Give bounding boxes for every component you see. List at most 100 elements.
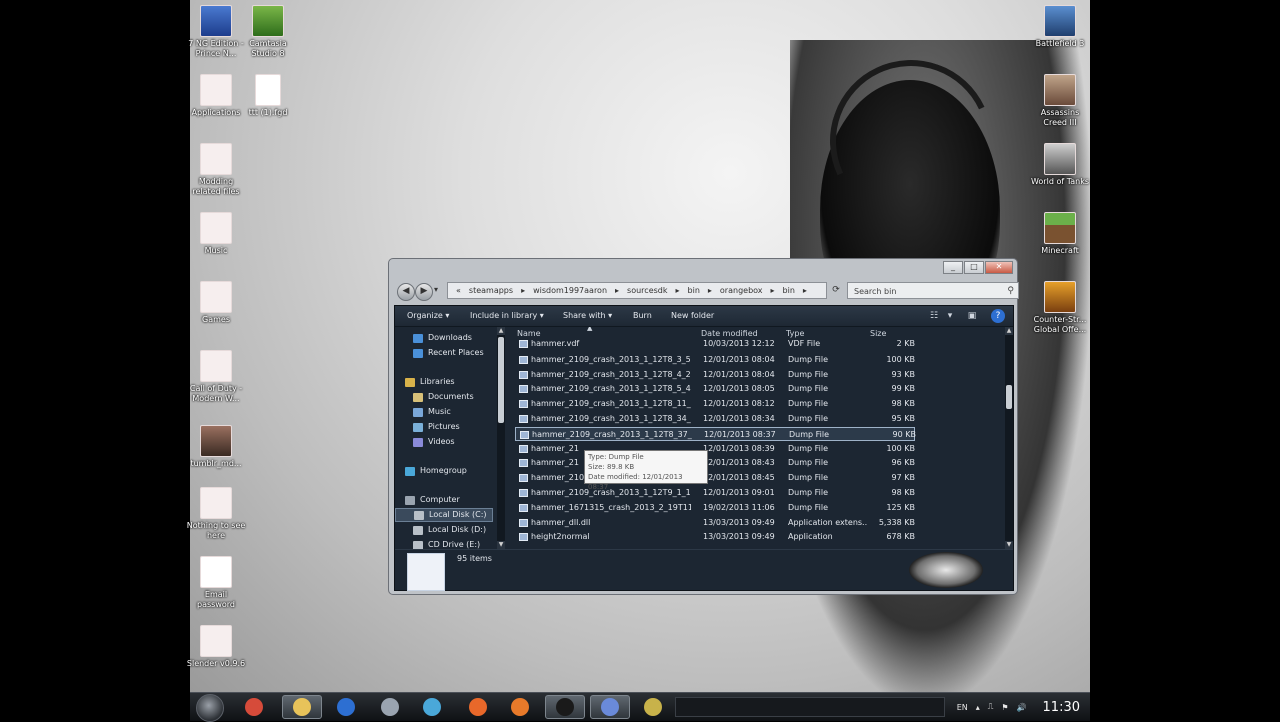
nav-item[interactable]: Pictures: [395, 420, 460, 434]
right-desktop-icon[interactable]: Assassins Creed III: [1030, 74, 1090, 128]
file-row[interactable]: hammer_dll.dll 13/03/2013 09:49 Applicatio…: [515, 516, 915, 530]
right-desktop-icon[interactable]: World of Tanks: [1030, 143, 1090, 187]
search-icon[interactable]: ⚲: [1007, 283, 1014, 300]
left-desktop-icon[interactable]: Call of Duty - Modern W...: [186, 350, 246, 404]
taskbar-uplay-button[interactable]: [412, 695, 452, 719]
nav-pane-scrollbar[interactable]: ▲ ▼: [497, 327, 505, 549]
preview-pane-icon[interactable]: ▣: [965, 309, 979, 323]
file-row[interactable]: hammer_1671315_crash_2013_2_19T11_6_... 1…: [515, 501, 915, 515]
breadcrumb-segment[interactable]: bin: [783, 283, 795, 298]
taskbar-chrome-button[interactable]: [234, 695, 274, 719]
minimize-button[interactable]: _: [943, 261, 963, 274]
nav-item[interactable]: Videos: [395, 435, 455, 449]
file-row[interactable]: hammer_2109_crash_2013_1_12T8_11_57C0 12/…: [515, 397, 915, 411]
volume-icon[interactable]: 🔊: [1017, 703, 1027, 712]
left-desktop-icon[interactable]: Games: [186, 281, 246, 325]
forward-button[interactable]: ▶: [415, 283, 433, 301]
nav-item[interactable]: Libraries: [395, 375, 455, 389]
file-row[interactable]: hammer_2109_crash_2013_1_12T8_37_55C0 12/…: [515, 426, 916, 441]
taskbar-explorer-button[interactable]: [282, 695, 322, 719]
file-row[interactable]: hammer_2109_crash_2013_1_12T9_1_18C0 12/0…: [515, 486, 915, 500]
breadcrumb-segment[interactable]: steamapps: [469, 283, 513, 298]
taskbar-steam-tool-button[interactable]: [370, 695, 410, 719]
breadcrumb-segment[interactable]: orangebox: [720, 283, 763, 298]
nav-item[interactable]: Local Disk (D:): [395, 523, 486, 537]
breadcrumb-arrow-icon[interactable]: ▸: [521, 283, 525, 298]
taskbar-steam-button[interactable]: [545, 695, 585, 719]
nav-pane-scroll-thumb[interactable]: [498, 337, 504, 423]
nav-item[interactable]: Documents: [395, 390, 474, 404]
left-desktop-icon[interactable]: Email password: [186, 556, 246, 610]
left-desktop-icon[interactable]: 7 NG Edition - Prince N...: [186, 5, 246, 59]
breadcrumb-segment[interactable]: sourcesdk: [627, 283, 667, 298]
taskbar-hammer-button[interactable]: [590, 695, 630, 719]
address-bar[interactable]: « steamapps ▸ wisdom1997aaron ▸ sourcesdk ▸ bin…: [447, 282, 827, 299]
language-indicator[interactable]: EN: [957, 703, 968, 712]
share-with-button[interactable]: Share with ▾: [563, 306, 612, 326]
search-input[interactable]: Search bin ⚲: [847, 282, 1019, 299]
file-row[interactable]: hammer_2109_crash_2013_1_12T8_34_28C0 12/…: [515, 412, 915, 426]
view-options-icon[interactable]: ☷: [927, 309, 941, 323]
nav-item[interactable]: Music: [395, 405, 451, 419]
maximize-button[interactable]: □: [964, 261, 984, 274]
file-row[interactable]: hammer.vdf 10/03/2013 12:12 VDF File 2 KB: [515, 337, 915, 351]
nav-item[interactable]: Local Disk (C:): [395, 508, 493, 522]
left-desktop-icon[interactable]: ttt (1).fgd: [238, 74, 298, 118]
burn-button[interactable]: Burn: [633, 306, 652, 326]
right-desktop-icon[interactable]: Counter-Str... Global Offe...: [1030, 281, 1090, 335]
file-row[interactable]: hammer_2109_crash_2013_1_12T8_3_59C0 12/0…: [515, 353, 915, 367]
refresh-icon[interactable]: ⟳: [829, 283, 843, 297]
close-button[interactable]: ✕: [985, 261, 1013, 274]
nav-item[interactable]: Downloads: [395, 331, 472, 345]
file-row[interactable]: hammer_21 12/01/2013 08:39 Dump File 100 KB: [515, 442, 915, 456]
action-center-icon[interactable]: ⚑: [1001, 703, 1008, 712]
left-desktop-icon[interactable]: tumblr_md...: [186, 425, 246, 469]
new-folder-button[interactable]: New folder: [671, 306, 714, 326]
left-desktop-icon[interactable]: Camtasia Studio 8: [238, 5, 298, 59]
left-desktop-icon[interactable]: Nothing to see here: [186, 487, 246, 541]
start-button[interactable]: [196, 694, 224, 722]
nav-item[interactable]: Computer: [395, 493, 460, 507]
breadcrumb-arrow-icon[interactable]: ▸: [803, 283, 807, 298]
right-desktop-icon[interactable]: Minecraft: [1030, 212, 1090, 256]
breadcrumb-overflow[interactable]: «: [456, 283, 461, 298]
taskbar-firefox-button[interactable]: [500, 695, 540, 719]
taskbar-tool-button[interactable]: [633, 695, 673, 719]
right-desktop-icon[interactable]: Battlefield 3: [1030, 5, 1090, 49]
back-button[interactable]: ◀: [397, 283, 415, 301]
file-row[interactable]: hammer_21 12/01/2013 08:43 Dump File 96 KB: [515, 456, 915, 470]
file-list-scrollbar[interactable]: ▲ ▼: [1005, 327, 1013, 549]
file-list-scroll-thumb[interactable]: [1006, 385, 1012, 409]
taskbar-media-player-button[interactable]: [326, 695, 366, 719]
breadcrumb-arrow-icon[interactable]: ▸: [615, 283, 619, 298]
left-desktop-icon[interactable]: Slender v0.9.6: [186, 625, 246, 669]
file-row[interactable]: hammer_2109_crash_2013_1_12T8_4_27C0 12/0…: [515, 368, 915, 382]
breadcrumb-arrow-icon[interactable]: ▸: [771, 283, 775, 298]
nav-item[interactable]: CD Drive (E:): [395, 538, 480, 549]
clock[interactable]: 11:30: [1043, 700, 1080, 715]
network-icon[interactable]: ⎍: [988, 702, 994, 712]
breadcrumb-segment[interactable]: wisdom1997aaron: [533, 283, 607, 298]
left-desktop-icon[interactable]: Music: [186, 212, 246, 256]
nav-item[interactable]: Recent Places: [395, 346, 484, 360]
breadcrumb-segment[interactable]: bin: [688, 283, 700, 298]
left-desktop-icon[interactable]: Applications: [186, 74, 246, 118]
help-icon[interactable]: ?: [991, 309, 1005, 323]
scroll-up-icon[interactable]: ▲: [1005, 327, 1013, 335]
chevron-down-icon[interactable]: ▾: [943, 309, 957, 323]
scroll-down-icon[interactable]: ▼: [1005, 541, 1013, 549]
scroll-down-icon[interactable]: ▼: [497, 541, 505, 549]
organize-button[interactable]: Organize ▾: [407, 306, 449, 326]
nav-item[interactable]: Homegroup: [395, 464, 467, 478]
breadcrumb-arrow-icon[interactable]: ▸: [676, 283, 680, 298]
file-row[interactable]: hammer_2109_crash_2013_1_12T8_4512/01/20…: [515, 471, 915, 485]
file-row[interactable]: height2normal 13/03/2013 09:49 Application…: [515, 530, 915, 544]
file-row[interactable]: hammer_2109_crash_2013_1_12T8_5_45C0 12/0…: [515, 382, 915, 396]
taskbar-origin-button[interactable]: [458, 695, 498, 719]
tray-expand-icon[interactable]: ▴: [976, 703, 980, 712]
scroll-up-icon[interactable]: ▲: [497, 327, 505, 335]
include-in-library-button[interactable]: Include in library ▾: [470, 306, 544, 326]
recent-pages-dropdown[interactable]: ▾: [434, 285, 438, 294]
left-desktop-icon[interactable]: Modding related files: [186, 143, 246, 197]
breadcrumb-arrow-icon[interactable]: ▸: [708, 283, 712, 298]
